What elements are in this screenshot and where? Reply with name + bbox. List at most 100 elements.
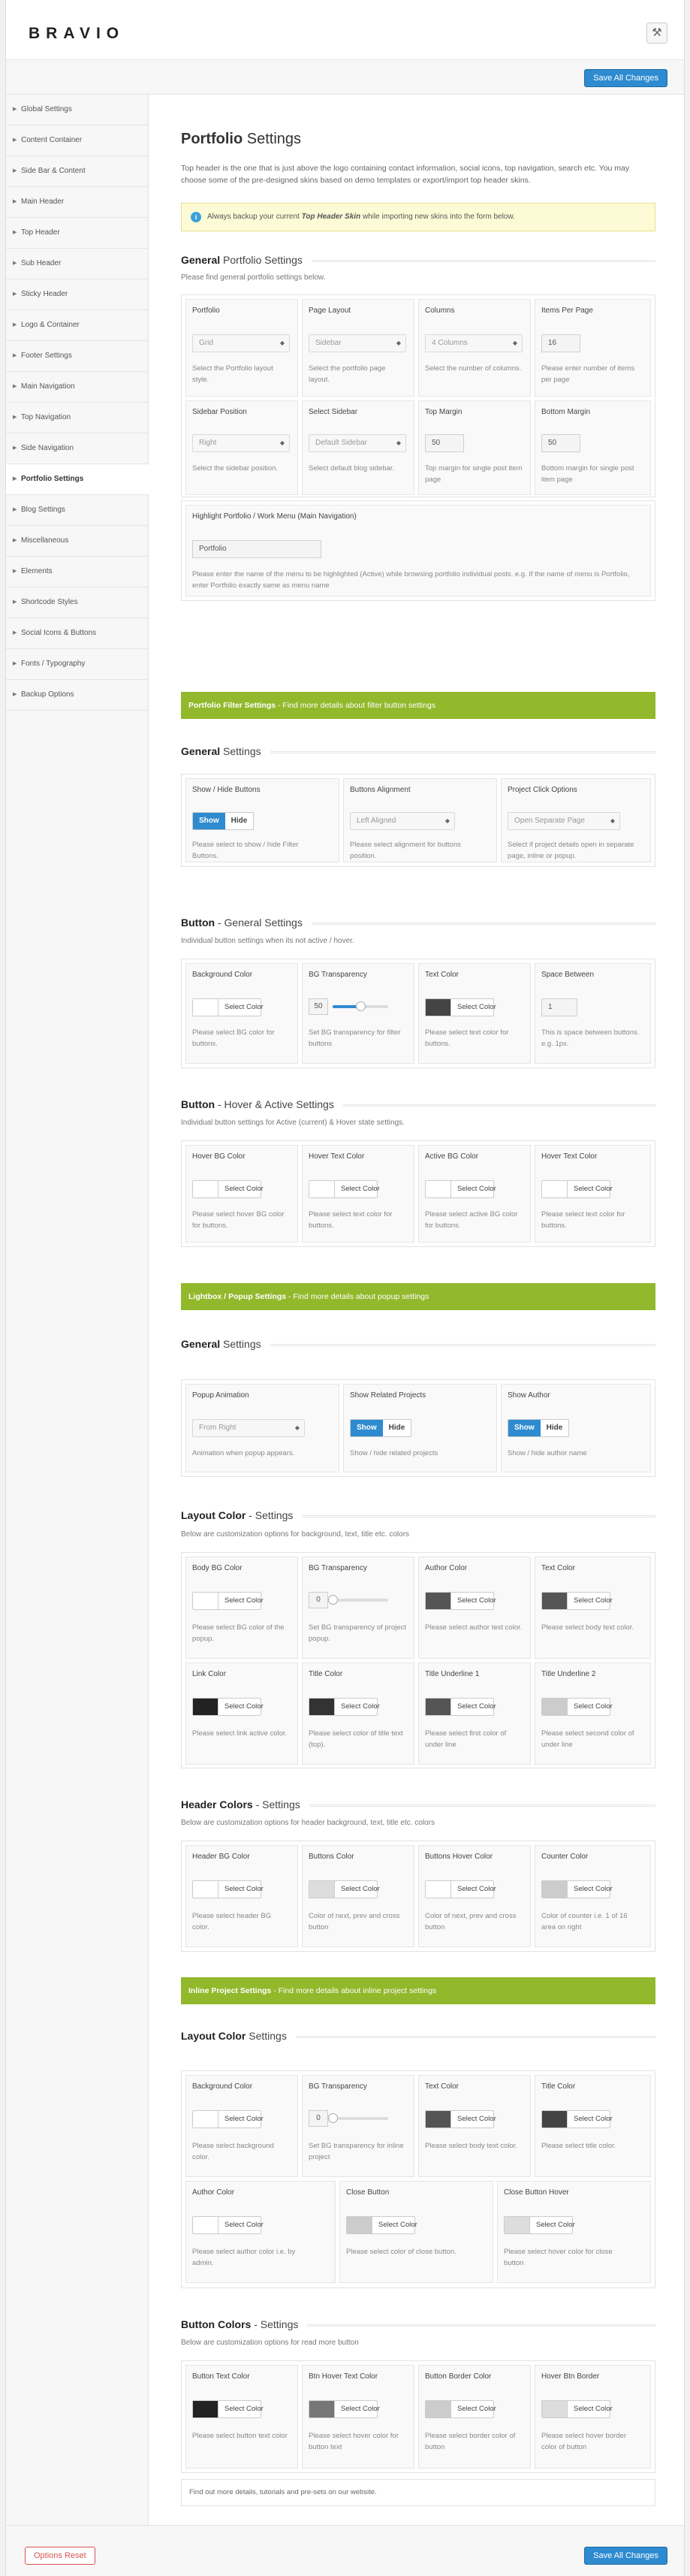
sidebar-item-side-navigation[interactable]: ▶ Side Navigation [6, 433, 148, 464]
inline-text-color-picker[interactable]: Select Color [425, 2110, 496, 2128]
chevron-right-icon: ▶ [13, 415, 17, 420]
buttons-hover-color-cell: Buttons Hover Color Select Color Color o… [418, 1845, 531, 1947]
bottom-margin-input[interactable]: 50 [541, 434, 580, 452]
section-title-lightbox-general: General Settings [181, 1338, 655, 1350]
sidebar-item-main-header[interactable]: ▶ Main Header [6, 187, 148, 218]
popup-animation-select[interactable]: From Right ◆ [192, 1419, 305, 1437]
inline-bg-transparency-slider[interactable]: 0 [309, 2110, 391, 2128]
top-margin-cell: Top Margin 50 Top margin for single post… [418, 400, 531, 495]
button-text-color-picker[interactable]: Select Color [425, 998, 496, 1016]
toggle-hide[interactable]: Hide [225, 813, 254, 829]
header-bg-color-cell: Header BG Color Select Color Please sele… [185, 1845, 298, 1947]
buttons-color-picker[interactable]: Select Color [309, 1880, 380, 1898]
sidebar-item-global-settings[interactable]: ▶ Global Settings [6, 95, 148, 125]
top-margin-input[interactable]: 50 [425, 434, 464, 452]
sidebar-item-blog-settings[interactable]: ▶ Blog Settings [6, 495, 148, 526]
show-author-toggle[interactable]: Show Hide [508, 1419, 570, 1437]
author-color-picker[interactable]: Select Color [425, 1592, 496, 1610]
sidebar-item-top-header[interactable]: ▶ Top Header [6, 218, 148, 249]
header-bg-color-picker[interactable]: Select Color [192, 1880, 264, 1898]
sidebar-item-label: Sticky Header [21, 290, 68, 298]
space-between-input[interactable]: 1 [541, 998, 577, 1016]
toggle-show[interactable]: Show [351, 1420, 383, 1436]
toggle-show[interactable]: Show [193, 813, 225, 829]
sidebar-item-social-icons-buttons[interactable]: ▶ Social Icons & Buttons [6, 618, 148, 649]
close-button-color-picker[interactable]: Select Color [346, 2216, 417, 2234]
chevron-right-icon: ▶ [13, 230, 17, 235]
sidebar-item-footer-settings[interactable]: ▶ Footer Settings [6, 341, 148, 372]
inline-bg-color-picker[interactable]: Select Color [192, 2110, 264, 2128]
sidebar-item-elements[interactable]: ▶ Elements [6, 557, 148, 587]
hover-btn-border-picker[interactable]: Select Color [541, 2400, 613, 2418]
sidebar-item-fonts-typography[interactable]: ▶ Fonts / Typography [6, 649, 148, 680]
sidebar-item-label: Top Navigation [21, 413, 71, 421]
close-button-hover-picker[interactable]: Select Color [504, 2216, 575, 2234]
sidebar-item-shortcode-styles[interactable]: ▶ Shortcode Styles [6, 587, 148, 618]
section-title-header-colors: Header Colors - Settings [181, 1798, 655, 1810]
body-bg-color-picker[interactable]: Select Color [192, 1592, 264, 1610]
sidebar-item-sub-header[interactable]: ▶ Sub Header [6, 249, 148, 279]
save-all-button-top[interactable]: Save All Changes [584, 69, 667, 87]
link-color-picker[interactable]: Select Color [192, 1698, 264, 1716]
title-underline-1-cell: Title Underline 1 Select Color Please se… [418, 1662, 531, 1765]
items-per-page-input[interactable]: 16 [541, 334, 580, 352]
button-border-color-picker[interactable]: Select Color [425, 2400, 496, 2418]
project-click-options-select[interactable]: Open Separate Page ◆ [508, 812, 620, 830]
counter-color-picker[interactable]: Select Color [541, 1880, 613, 1898]
sidebar-item-label: Content Container [21, 136, 83, 144]
columns-select[interactable]: 4 Columns ◆ [425, 334, 523, 352]
tools-icon[interactable]: ⚒ [646, 23, 667, 44]
options-reset-button[interactable]: Options Reset [25, 2547, 95, 2565]
sidebar-item-side-bar-content[interactable]: ▶ Side Bar & Content [6, 156, 148, 187]
hover-text-color-picker[interactable]: Select Color [309, 1180, 380, 1198]
sidebar-item-label: Social Icons & Buttons [21, 629, 97, 637]
page-layout-select[interactable]: Sidebar ◆ [309, 334, 406, 352]
space-between-cell: Space Between 1 This is space between bu… [535, 963, 651, 1064]
select-sidebar-select[interactable]: Default Sidebar ◆ [309, 434, 406, 452]
chevron-right-icon: ▶ [13, 261, 17, 266]
sidebar-item-top-navigation[interactable]: ▶ Top Navigation [6, 403, 148, 433]
title-color-picker[interactable]: Select Color [309, 1698, 380, 1716]
buttons-alignment-select[interactable]: Left Aligned ◆ [350, 812, 455, 830]
inline-bg-transparency-cell: BG Transparency 0 Set BG transparency fo… [302, 2075, 414, 2177]
sidebar-item-main-navigation[interactable]: ▶ Main Navigation [6, 372, 148, 403]
toggle-show[interactable]: Show [508, 1420, 541, 1436]
highlight-menu-input[interactable]: Portfolio [192, 540, 321, 558]
sidebar-item-content-container[interactable]: ▶ Content Container [6, 125, 148, 156]
hover-bg-color-picker[interactable]: Select Color [192, 1180, 264, 1198]
general-settings-box: Portfolio Grid ◆ Select the Portfolio lay… [181, 294, 655, 497]
button-bg-transparency-slider[interactable]: 50 [309, 998, 391, 1016]
inline-title-color-picker[interactable]: Select Color [541, 2110, 613, 2128]
sidebar-item-logo-container[interactable]: ▶ Logo & Container [6, 310, 148, 341]
show-related-projects-toggle[interactable]: Show Hide [350, 1419, 412, 1437]
buttons-hover-color-picker[interactable]: Select Color [425, 1880, 496, 1898]
sidebar-position-select[interactable]: Right ◆ [192, 434, 290, 452]
hover-text-color-2-picker[interactable]: Select Color [541, 1180, 613, 1198]
sidebar-item-backup-options[interactable]: ▶ Backup Options [6, 680, 148, 711]
show-hide-buttons-toggle[interactable]: Show Hide [192, 812, 255, 830]
active-bg-color-picker[interactable]: Select Color [425, 1180, 496, 1198]
read-more-text-color-picker[interactable]: Select Color [192, 2400, 264, 2418]
title-underline-2-picker[interactable]: Select Color [541, 1698, 613, 1716]
button-bg-color-picker[interactable]: Select Color [192, 998, 264, 1016]
popup-bg-transparency-slider[interactable]: 0 [309, 1592, 391, 1610]
portfolio-style-cell: Portfolio Grid ◆ Select the Portfolio lay… [185, 299, 298, 397]
link-color-cell: Link Color Select Color Please select li… [185, 1662, 298, 1765]
chevron-right-icon: ▶ [13, 569, 17, 574]
sidebar-item-miscellaneous[interactable]: ▶ Miscellaneous [6, 526, 148, 557]
save-all-button-bottom[interactable]: Save All Changes [584, 2547, 667, 2565]
body-text-color-picker[interactable]: Select Color [541, 1592, 613, 1610]
color-swatch [542, 2111, 568, 2128]
sidebar-item-portfolio-settings[interactable]: ▶ Portfolio Settings [6, 464, 149, 495]
color-swatch [193, 1699, 218, 1715]
toggle-hide[interactable]: Hide [541, 1420, 569, 1436]
inline-author-color-picker[interactable]: Select Color [192, 2216, 264, 2234]
portfolio-style-select[interactable]: Grid ◆ [192, 334, 290, 352]
btn-hover-text-color-picker[interactable]: Select Color [309, 2400, 380, 2418]
popup-bg-transparency-cell: BG Transparency 0 Set BG transparency of… [302, 1557, 414, 1659]
chevron-right-icon: ▶ [13, 538, 17, 543]
sidebar-item-sticky-header[interactable]: ▶ Sticky Header [6, 279, 148, 310]
highlight-menu-box: Highlight Portfolio / Work Menu (Main Na… [181, 500, 655, 601]
title-underline-1-picker[interactable]: Select Color [425, 1698, 496, 1716]
toggle-hide[interactable]: Hide [383, 1420, 411, 1436]
